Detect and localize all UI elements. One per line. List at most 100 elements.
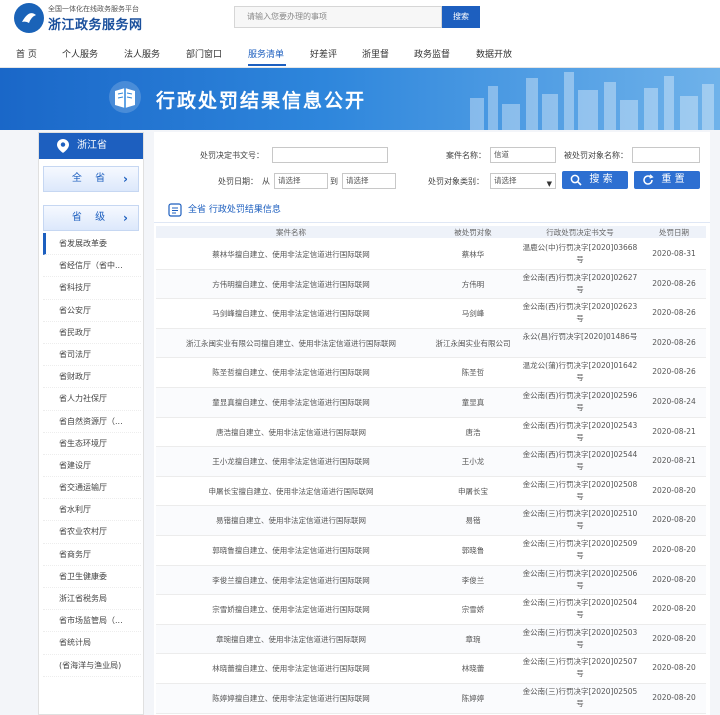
sidebar-department-item[interactable]: 省发展改革委: [43, 233, 141, 256]
refresh-icon: [643, 174, 654, 185]
case-name-input[interactable]: 信道: [490, 147, 556, 163]
table-row[interactable]: 浙江永闽实业有限公司擅自建立、使用非法定信道进行国际联网 浙江永闽实业有限公司 永公…: [156, 328, 706, 359]
table-row[interactable]: 陈圣哲擅自建立、使用非法定信道进行国际联网 陈圣哲 温龙公(蒲)行罚决字[2020]…: [156, 358, 706, 388]
table-row[interactable]: 方伟明擅自建立、使用非法定信道进行国际联网 方伟明 金公南(西)行罚决字[2020]…: [156, 269, 706, 300]
case-name-cell[interactable]: 唐浩擅自建立、使用非法定信道进行国际联网: [156, 427, 426, 438]
date-from-input[interactable]: 请选择: [274, 173, 328, 189]
date-from-label: 从: [262, 177, 270, 186]
all-province-button[interactable]: 全 省 ›: [43, 166, 139, 192]
search-submit-button[interactable]: 搜 索: [562, 171, 628, 189]
date-cell: 2020-08-20: [652, 544, 696, 554]
search-button[interactable]: 搜索: [442, 6, 480, 28]
table-row[interactable]: 唐浩擅自建立、使用非法定信道进行国际联网 唐浩 金公南(西)行罚决字[2020]02…: [156, 418, 706, 448]
table-row[interactable]: 宗雪娇擅自建立、使用非法定信道进行国际联网 宗雪娇 金公南(三)行罚决字[2020]…: [156, 595, 706, 625]
table-row[interactable]: 王小龙擅自建立、使用非法定信道进行国际联网 王小龙 金公南(西)行罚决字[2020]…: [156, 447, 706, 477]
sidebar-department-item[interactable]: (省海洋与渔业局): [43, 655, 141, 677]
case-name-cell[interactable]: 方伟明擅自建立、使用非法定信道进行国际联网: [156, 279, 426, 290]
sidebar-department-item[interactable]: 省交通运输厅: [43, 477, 141, 500]
date-cell: 2020-08-20: [652, 663, 696, 673]
nav-item[interactable]: 个人服务: [62, 47, 98, 60]
site-name[interactable]: 浙江政务服务网: [48, 14, 143, 33]
sidebar-department-item[interactable]: 省水利厅: [43, 499, 141, 522]
page: 全国一体化在线政务服务平台 浙江政务服务网 请输入您要办理的事项 搜索 首 页 个…: [0, 0, 720, 715]
case-name-cell[interactable]: 陈圣哲擅自建立、使用非法定信道进行国际联网: [156, 367, 426, 378]
target-type-select[interactable]: 请选择 ▼: [490, 173, 556, 189]
sidebar-department-item[interactable]: 省建设厅: [43, 455, 141, 478]
table-row[interactable]: 郭晓鲁擅自建立、使用非法定信道进行国际联网 郭晓鲁 金公南(三)行罚决字[2020]…: [156, 536, 706, 566]
sidebar-department-item[interactable]: 省民政厅: [43, 322, 141, 344]
location-pin-icon: [57, 139, 69, 153]
table-row[interactable]: 申屠长宝擅自建立、使用非法定信道进行国际联网 申屠长宝 金公南(三)行罚决字[202…: [156, 477, 706, 507]
sidebar-department-item[interactable]: 省农业农村厅: [43, 521, 141, 544]
table-row[interactable]: 马剑峰擅自建立、使用非法定信道进行国际联网 马剑峰 金公南(西)行罚决字[2020]…: [156, 299, 706, 329]
sidebar-department-item[interactable]: 省财政厅: [43, 366, 141, 389]
doc-no-cell: 金公南(西)行罚决字[2020]02623号: [522, 302, 638, 324]
date-cell: 2020-08-26: [652, 367, 696, 377]
sidebar-department-item[interactable]: 省市场监管局（...: [43, 610, 141, 633]
doc-no-cell: 金公南(三)行罚决字[2020]02505号: [522, 686, 638, 708]
sidebar-department-item[interactable]: 省自然资源厅（...: [43, 411, 141, 433]
table-header: 案件名称 被处罚对象 行政处罚决定书文号 处罚日期: [156, 226, 706, 238]
date-to-input[interactable]: 请选择: [342, 173, 396, 189]
doc-no-cell: 金公南(三)行罚决字[2020]02503号: [522, 627, 638, 649]
reset-button[interactable]: 重 置: [634, 171, 700, 189]
nav-item[interactable]: 政务监督: [414, 47, 450, 60]
table-row[interactable]: 蔡林华擅自建立、使用非法定信道进行国际联网 蔡林华 温鹿公(中)行罚决字[2020]…: [156, 240, 706, 270]
sidebar-department-item[interactable]: 省经信厅（省中...: [43, 255, 141, 278]
case-name-cell[interactable]: 章琬擅自建立、使用非法定信道进行国际联网: [156, 634, 426, 645]
search-submit-label: 搜 索: [589, 174, 613, 185]
sidebar-department-item[interactable]: 省公安厅: [43, 300, 141, 322]
case-name-cell[interactable]: 林晓蕾擅自建立、使用非法定信道进行国际联网: [156, 663, 426, 674]
site-logo-icon[interactable]: [14, 3, 44, 33]
sidebar-department-item[interactable]: 省科技厅: [43, 277, 141, 300]
case-name-cell[interactable]: 易锴擅自建立、使用非法定信道进行国际联网: [156, 515, 426, 526]
nav-item[interactable]: 数据开放: [476, 47, 512, 60]
nav-item[interactable]: 法人服务: [124, 47, 160, 60]
doc-no-cell: 金公南(三)行罚决字[2020]02509号: [522, 538, 638, 560]
case-name-cell[interactable]: 童显真擅自建立、使用非法定信道进行国际联网: [156, 397, 426, 408]
sidebar-department-item[interactable]: 省人力社保厅: [43, 388, 141, 411]
case-name-cell[interactable]: 浙江永闽实业有限公司擅自建立、使用非法定信道进行国际联网: [156, 338, 426, 349]
case-name-cell[interactable]: 蔡林华擅自建立、使用非法定信道进行国际联网: [156, 249, 426, 260]
target-name-input[interactable]: [632, 147, 700, 163]
sidebar-department-item[interactable]: 省商务厅: [43, 544, 141, 566]
sidebar-department-item[interactable]: 省统计局: [43, 632, 141, 655]
results-table: 蔡林华擅自建立、使用非法定信道进行国际联网 蔡林华 温鹿公(中)行罚决字[2020]…: [156, 240, 706, 714]
date-cell: 2020-08-26: [652, 278, 696, 288]
nav-item[interactable]: 好差评: [310, 47, 337, 60]
table-row[interactable]: 易锴擅自建立、使用非法定信道进行国际联网 易锴 金公南(三)行罚决字[2020]02…: [156, 506, 706, 536]
nav-active-underline: [248, 64, 286, 66]
main-nav: 首 页 个人服务 法人服务 部门窗口 服务清单 好差评 浙里督 政务监督 数据开放: [0, 42, 720, 68]
table-row[interactable]: 童显真擅自建立、使用非法定信道进行国际联网 童显真 金公南(西)行罚决字[2020]…: [156, 387, 706, 418]
date-cell: 2020-08-21: [652, 456, 696, 466]
case-name-cell[interactable]: 李俊兰擅自建立、使用非法定信道进行国际联网: [156, 575, 426, 586]
doc-no-cell: 金公南(西)行罚决字[2020]02627号: [522, 272, 638, 294]
sidebar-department-item[interactable]: 浙江省税务局: [43, 588, 141, 611]
all-province-label: 全 省: [71, 173, 111, 184]
table-row[interactable]: 李俊兰擅自建立、使用非法定信道进行国际联网 李俊兰 金公南(三)行罚决字[2020]…: [156, 565, 706, 596]
nav-item[interactable]: 部门窗口: [186, 47, 222, 60]
book-icon: [109, 81, 141, 113]
party-cell: 陈圣哲: [461, 368, 485, 378]
case-name-cell[interactable]: 申屠长宝擅自建立、使用非法定信道进行国际联网: [156, 486, 426, 497]
case-name-cell[interactable]: 王小龙擅自建立、使用非法定信道进行国际联网: [156, 456, 426, 467]
table-row[interactable]: 章琬擅自建立、使用非法定信道进行国际联网 章琬 金公南(三)行罚决字[2020]02…: [156, 624, 706, 655]
sidebar-department-item[interactable]: 省生态环境厅: [43, 433, 141, 455]
case-name-cell[interactable]: 宗雪娇擅自建立、使用非法定信道进行国际联网: [156, 604, 426, 615]
case-name-cell[interactable]: 马剑峰擅自建立、使用非法定信道进行国际联网: [156, 308, 426, 319]
section-divider: [154, 222, 710, 223]
sidebar-department-item[interactable]: 省卫生健康委: [43, 566, 141, 588]
sidebar-department-item[interactable]: 省司法厅: [43, 344, 141, 367]
doc-no-input[interactable]: [272, 147, 388, 163]
nav-item[interactable]: 首 页: [16, 47, 37, 60]
search-input[interactable]: 请输入您要办理的事项: [234, 6, 442, 28]
nav-item[interactable]: 浙里督: [362, 47, 389, 60]
province-header[interactable]: 浙江省: [39, 133, 143, 159]
table-row[interactable]: 林晓蕾擅自建立、使用非法定信道进行国际联网 林晓蕾 金公南(三)行罚决字[2020]…: [156, 654, 706, 684]
province-level-button[interactable]: 省 级 ›: [43, 205, 139, 231]
table-row[interactable]: 陈婷婷擅自建立、使用非法定信道进行国际联网 陈婷婷 金公南(三)行罚决字[2020]…: [156, 683, 706, 714]
case-name-cell[interactable]: 郭晓鲁擅自建立、使用非法定信道进行国际联网: [156, 545, 426, 556]
case-name-cell[interactable]: 陈婷婷擅自建立、使用非法定信道进行国际联网: [156, 693, 426, 704]
nav-item[interactable]: 服务清单: [248, 47, 284, 60]
col-case-name: 案件名称: [276, 228, 306, 237]
